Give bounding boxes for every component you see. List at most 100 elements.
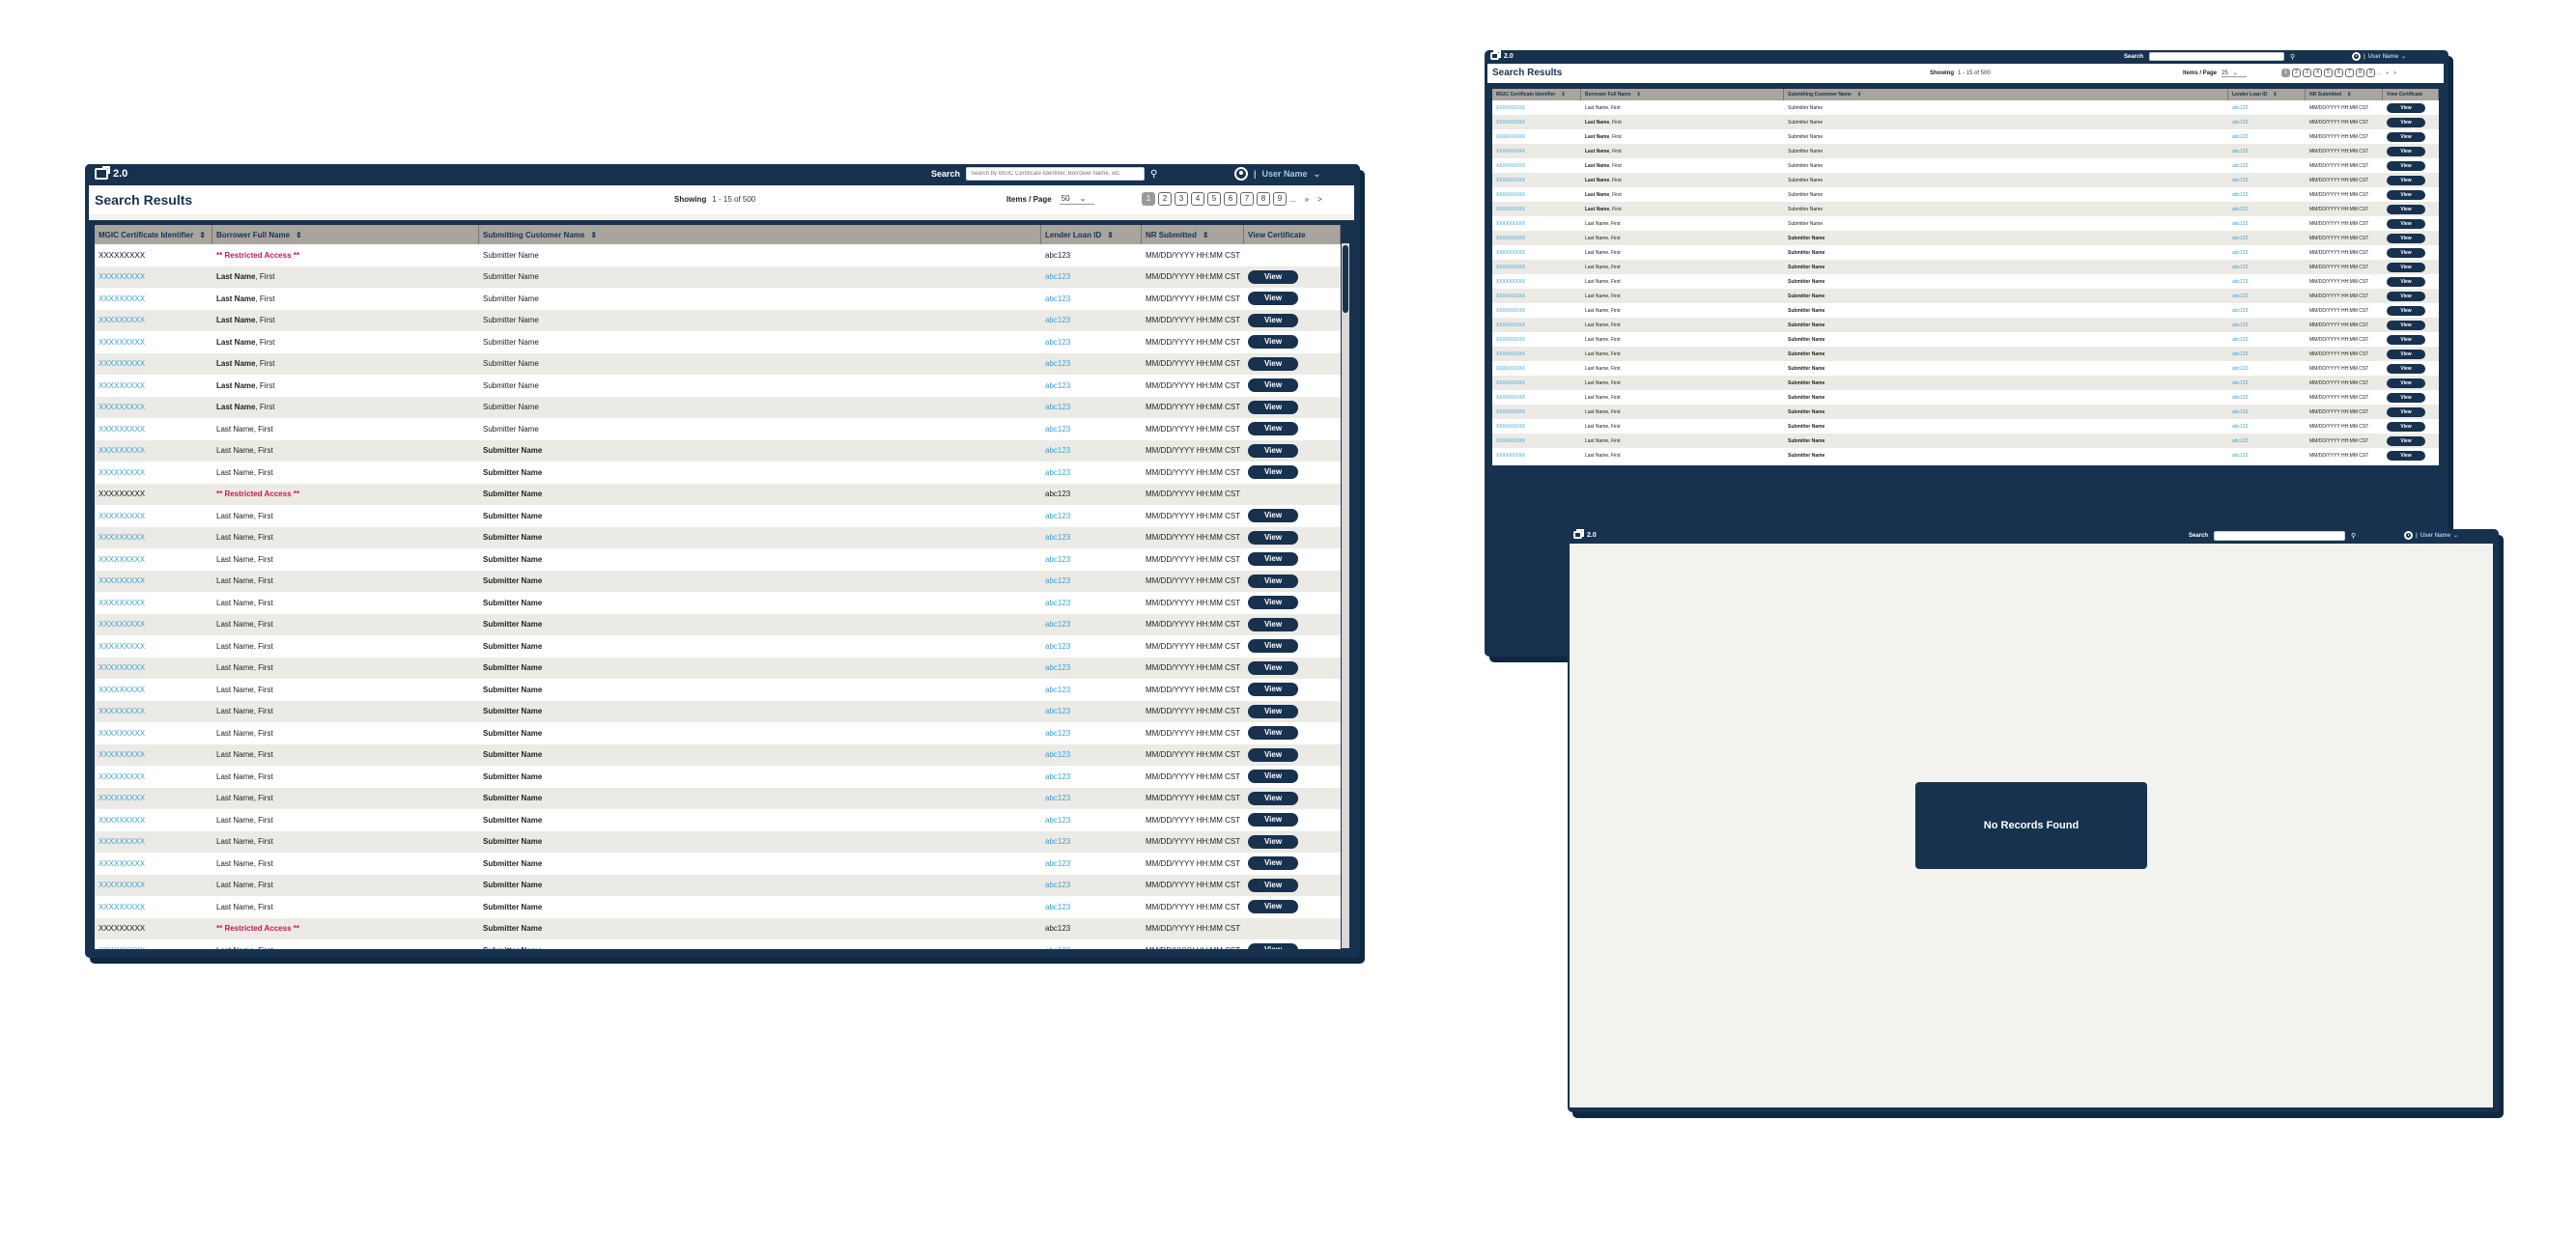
view-certificate-button[interactable]: View bbox=[1248, 834, 1298, 849]
view-certificate-button[interactable]: View bbox=[2387, 450, 2425, 461]
app-logo[interactable]: 2.0 bbox=[1490, 50, 1514, 60]
view-certificate-button[interactable]: View bbox=[2387, 276, 2425, 287]
certificate-id[interactable]: XXXXXXXXX bbox=[1492, 322, 1581, 328]
view-certificate-button[interactable]: View bbox=[2387, 334, 2425, 345]
view-certificate-button[interactable]: View bbox=[1248, 943, 1298, 949]
certificate-id[interactable]: XXXXXXXXX bbox=[1492, 279, 1581, 285]
view-certificate-button[interactable]: View bbox=[2387, 160, 2425, 171]
view-certificate-button[interactable]: View bbox=[1248, 356, 1298, 371]
certificate-id[interactable]: XXXXXXXXX bbox=[1492, 120, 1581, 126]
page-button[interactable]: 3 bbox=[2303, 69, 2311, 77]
column-header[interactable]: View Certificate bbox=[1244, 225, 1341, 244]
user-menu[interactable]: | User Name ⌄ bbox=[1234, 167, 1320, 181]
lender-loan-id[interactable]: abc123 bbox=[2228, 105, 2306, 111]
view-certificate-button[interactable]: View bbox=[2387, 305, 2425, 316]
column-header[interactable]: MGIC Certificate Identifier ⇕ bbox=[95, 225, 212, 244]
certificate-id[interactable]: XXXXXXXXX bbox=[1492, 265, 1581, 270]
lender-loan-id[interactable]: abc123 bbox=[2228, 395, 2306, 401]
items-per-page-select[interactable]: 50 ⌄ bbox=[1059, 193, 1094, 205]
certificate-id[interactable]: XXXXXXXXX bbox=[95, 663, 212, 672]
view-certificate-button[interactable]: View bbox=[2387, 378, 2425, 388]
lender-loan-id[interactable]: abc123 bbox=[2228, 207, 2306, 212]
view-certificate-button[interactable]: View bbox=[1248, 596, 1298, 610]
search-icon[interactable]: ⚲ bbox=[1150, 169, 1157, 180]
column-header[interactable]: NR Submitted ⇕ bbox=[1142, 225, 1244, 244]
certificate-id[interactable]: XXXXXXXXX bbox=[1492, 236, 1581, 241]
column-header[interactable]: Submitting Customer Name ⇕ bbox=[1784, 89, 2228, 100]
lender-loan-id[interactable]: abc123 bbox=[1041, 794, 1142, 802]
certificate-id[interactable]: XXXXXXXXX bbox=[1492, 409, 1581, 415]
lender-loan-id[interactable]: abc123 bbox=[2228, 366, 2306, 372]
lender-loan-id[interactable]: abc123 bbox=[2228, 250, 2306, 256]
lender-loan-id[interactable]: abc123 bbox=[1041, 272, 1142, 281]
sort-icon[interactable]: ⇕ bbox=[1561, 92, 1565, 98]
view-certificate-button[interactable]: View bbox=[2387, 117, 2425, 127]
page-button[interactable]: 1 bbox=[1142, 192, 1155, 206]
view-certificate-button[interactable]: View bbox=[2387, 146, 2425, 156]
sort-icon[interactable]: ⇕ bbox=[1637, 92, 1641, 98]
page-button[interactable]: 6 bbox=[2335, 69, 2343, 77]
view-certificate-button[interactable]: View bbox=[2387, 406, 2425, 417]
certificate-id[interactable]: XXXXXXXXX bbox=[1492, 424, 1581, 430]
lender-loan-id[interactable]: abc123 bbox=[2228, 438, 2306, 444]
view-certificate-button[interactable]: View bbox=[1248, 813, 1298, 827]
certificate-id[interactable]: XXXXXXXXX bbox=[1492, 351, 1581, 357]
lender-loan-id[interactable]: abc123 bbox=[2228, 294, 2306, 299]
lender-loan-id[interactable]: abc123 bbox=[2228, 424, 2306, 430]
lender-loan-id[interactable]: abc123 bbox=[2228, 178, 2306, 183]
view-certificate-button[interactable]: View bbox=[2387, 247, 2425, 258]
certificate-id[interactable]: XXXXXXXXX bbox=[95, 599, 212, 607]
lender-loan-id[interactable]: abc123 bbox=[2228, 351, 2306, 357]
certificate-id[interactable]: XXXXXXXXX bbox=[95, 750, 212, 759]
lender-loan-id[interactable]: abc123 bbox=[1041, 468, 1142, 477]
sort-icon[interactable]: ⇕ bbox=[1857, 92, 1861, 98]
lender-loan-id[interactable]: abc123 bbox=[1041, 750, 1142, 759]
lender-loan-id[interactable]: abc123 bbox=[1041, 576, 1142, 585]
user-menu[interactable]: | User Name ⌄ bbox=[2352, 52, 2406, 61]
lender-loan-id[interactable]: abc123 bbox=[1041, 338, 1142, 347]
lender-loan-id[interactable]: abc123 bbox=[1041, 816, 1142, 825]
certificate-id[interactable]: XXXXXXXXX bbox=[1492, 294, 1581, 299]
view-certificate-button[interactable]: View bbox=[1248, 378, 1298, 393]
lender-loan-id[interactable]: abc123 bbox=[1041, 599, 1142, 607]
view-certificate-button[interactable]: View bbox=[1248, 422, 1298, 436]
view-certificate-button[interactable]: View bbox=[1248, 660, 1298, 675]
view-certificate-button[interactable]: View bbox=[1248, 313, 1298, 327]
sort-icon[interactable]: ⇕ bbox=[2347, 92, 2351, 98]
view-certificate-button[interactable]: View bbox=[2387, 320, 2425, 330]
view-certificate-button[interactable]: View bbox=[1248, 400, 1298, 414]
certificate-id[interactable]: XXXXXXXXX bbox=[1492, 380, 1581, 386]
next-group-icon[interactable]: » bbox=[1305, 195, 1309, 204]
certificate-id[interactable]: XXXXXXXXX bbox=[95, 576, 212, 585]
lender-loan-id[interactable]: abc123 bbox=[1041, 859, 1142, 868]
sort-icon[interactable]: ⇕ bbox=[296, 231, 302, 239]
certificate-id[interactable]: XXXXXXXXX bbox=[95, 642, 212, 651]
certificate-id[interactable]: XXXXXXXXX bbox=[95, 946, 212, 949]
view-certificate-button[interactable]: View bbox=[1248, 269, 1298, 284]
certificate-id[interactable]: XXXXXXXXX bbox=[1492, 207, 1581, 212]
view-certificate-button[interactable]: View bbox=[1248, 335, 1298, 350]
certificate-id[interactable]: XXXXXXXXX bbox=[1492, 337, 1581, 343]
search-icon[interactable]: ⚲ bbox=[2290, 53, 2295, 61]
view-certificate-button[interactable]: View bbox=[2387, 363, 2425, 374]
view-certificate-button[interactable]: View bbox=[1248, 856, 1298, 871]
view-certificate-button[interactable]: View bbox=[2387, 421, 2425, 432]
certificate-id[interactable]: XXXXXXXXX bbox=[1492, 453, 1581, 459]
view-certificate-button[interactable]: View bbox=[1248, 747, 1298, 762]
column-header[interactable]: Submitting Customer Name ⇕ bbox=[479, 225, 1041, 244]
certificate-id[interactable]: XXXXXXXXX bbox=[95, 425, 212, 434]
page-button[interactable]: 4 bbox=[1191, 192, 1204, 206]
view-certificate-button[interactable]: View bbox=[2387, 204, 2425, 214]
page-button[interactable]: 2 bbox=[2292, 69, 2301, 77]
column-header[interactable]: NR Submitted ⇕ bbox=[2306, 89, 2383, 100]
certificate-id[interactable]: XXXXXXXXX bbox=[95, 555, 212, 564]
certificate-id[interactable]: XXXXXXXXX bbox=[95, 859, 212, 868]
view-certificate-button[interactable]: View bbox=[1248, 900, 1298, 914]
lender-loan-id[interactable]: abc123 bbox=[1041, 403, 1142, 411]
lender-loan-id[interactable]: abc123 bbox=[2228, 120, 2306, 126]
lender-loan-id[interactable]: abc123 bbox=[1041, 555, 1142, 564]
certificate-id[interactable]: XXXXXXXXX bbox=[95, 903, 212, 911]
lender-loan-id[interactable]: abc123 bbox=[1041, 642, 1142, 651]
certificate-id[interactable]: XXXXXXXXX bbox=[95, 620, 212, 629]
view-certificate-button[interactable]: View bbox=[2387, 233, 2425, 243]
